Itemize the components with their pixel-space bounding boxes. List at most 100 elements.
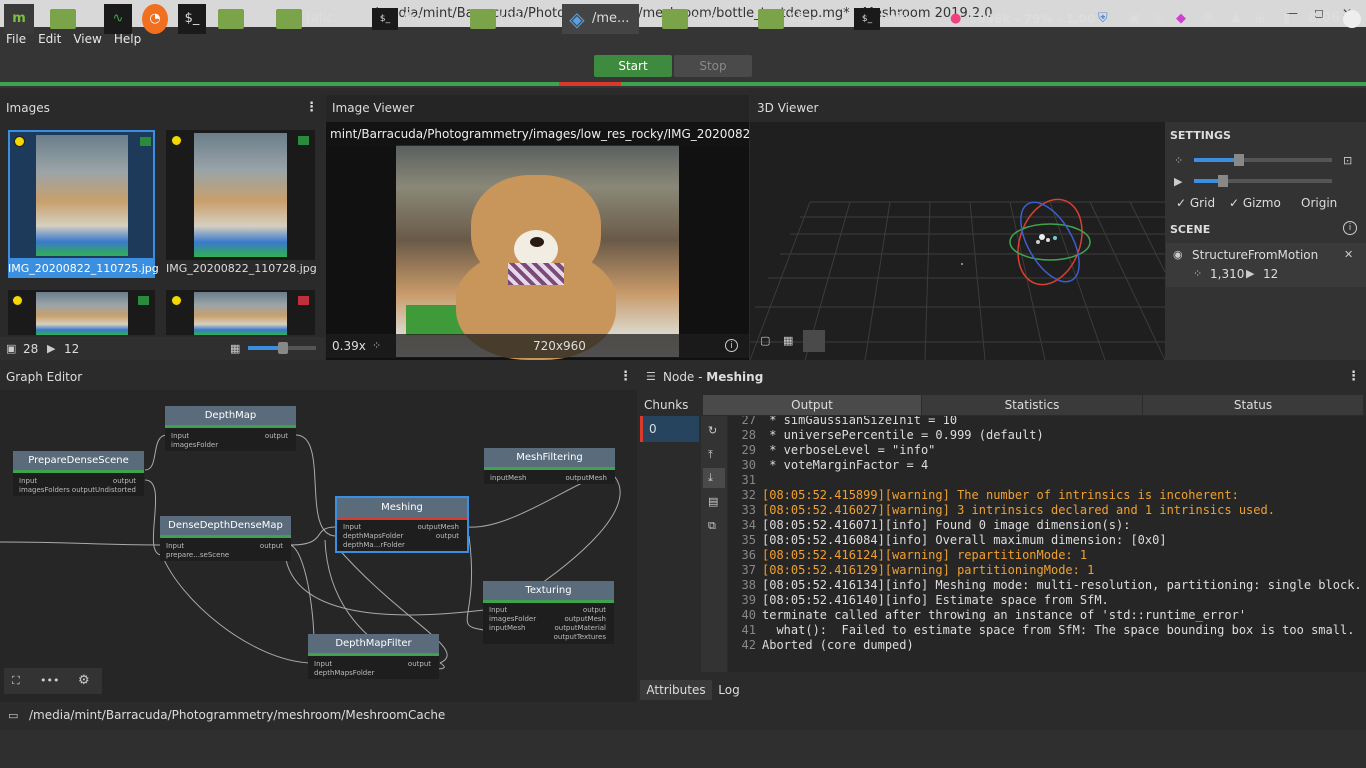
log-line-text: [08:05:52.416134][info] Meshing mode: mu… [762,578,1362,592]
scroll-top-icon[interactable]: ⤒ [708,448,713,462]
log-line-text: what(): Failed to estimate space from Sf… [762,623,1355,637]
taskbar-window-meshroom[interactable]: ◈ /me... [562,4,640,34]
graph-menu-icon[interactable]: ⋮ [619,369,632,384]
fixed-size-icon[interactable]: ⊡ [1343,154,1352,167]
settings-gear-icon[interactable]: ⚙ [78,673,90,688]
fit-view-icon[interactable]: ⛶ [12,674,20,688]
node-densedepthdensemap[interactable]: DenseDepthDenseMap Input prepare...seSce… [160,516,291,561]
taskbar-window-label: [03... [500,11,535,26]
thumbnail-2[interactable] [166,130,315,260]
thumbnail-4[interactable] [166,290,315,335]
notifications-icon[interactable] [1343,10,1361,28]
clipboard-icon[interactable]: ▣ [1128,4,1140,34]
camera-scale-slider[interactable] [1194,175,1332,187]
nvidia-icon[interactable]: ◎ [1153,4,1164,34]
node-meshing[interactable]: Meshing Input depthMapsFolder depthMa...… [335,496,469,553]
node-texturing[interactable]: Texturing Input imagesFolder inputMesh o… [483,581,614,644]
terminal-icon: $_ [372,7,398,30]
viewer3d-title: 3D Viewer [757,101,819,115]
viewport-shaded-icon[interactable] [803,330,825,352]
visibility-eye-icon[interactable]: ◉ [1173,248,1183,261]
node-preparedensescene[interactable]: PrepareDenseScene Input imagesFolders ou… [13,451,144,496]
chunk-item[interactable]: 0 [640,416,699,442]
taskbar [0,730,1366,768]
taskbar-window-6[interactable]: 48a... [758,4,825,34]
taskbar-window-1[interactable]: [alic... [276,4,346,34]
log-line-text: [08:05:52.416140][info] Estimate space f… [762,593,1109,607]
camera-count: 12 [64,342,80,356]
taskbar-window-7[interactable]: $_ min... [854,4,921,34]
taskbar-window-3[interactable]: [03... [470,4,534,34]
app-cube-icon[interactable]: ◆ [1176,4,1186,34]
settings-title: SETTINGS [1170,129,1231,142]
taskbar-window-label: 48a... [788,11,826,26]
viewport-square-icon[interactable]: ▢ [760,334,770,347]
info-icon[interactable]: i [725,339,738,352]
thumbnail-size-icon: ▦ [230,342,241,355]
brightness-icon[interactable]: ● [950,4,961,34]
tab-output[interactable]: Output [703,395,921,415]
taskbar-window-label: min... [884,11,922,26]
mint-menu-icon[interactable]: m [4,4,34,34]
tab-status[interactable]: Status [1143,395,1363,415]
port-label: Input [166,542,185,550]
show-desktop-icon[interactable] [50,4,76,34]
tab-log[interactable]: Log [713,680,745,700]
node-meshfiltering[interactable]: MeshFiltering inputMesh outputMesh [484,448,615,484]
viewer3d-canvas[interactable] [750,122,1165,360]
thumbnail-size-slider[interactable] [248,342,316,354]
copy-icon[interactable]: ▤ [708,495,718,508]
thumbnail-2-label: IMG_20200822_110728.jpg [166,262,317,275]
remove-icon[interactable]: ✕ [1344,248,1353,261]
layout-icon[interactable]: ••• [40,674,59,687]
metadata-points-icon[interactable]: ⁘ [372,339,381,352]
cache-path: /media/mint/Barracuda/Photogrammetry/mes… [29,708,446,722]
taskbar-window-label: [alic... [306,11,346,26]
log-line-text: [08:05:52.416071][info] Found 0 image di… [762,518,1131,532]
port-label: inputMesh [490,474,527,482]
node-title: DepthMap [165,406,296,425]
user-icon[interactable]: ♟ [1230,4,1242,34]
taskbar-window-2[interactable]: $_ /ho... [372,4,435,34]
port-label: output [112,477,136,485]
log-line-number: 42 [741,638,756,652]
scene-info-icon[interactable]: i [1343,221,1357,235]
terminal-icon[interactable]: $_ [178,4,206,34]
log-line: 35 [08:05:52.416084][info] Overall maximu… [732,533,1362,548]
scene-title: SCENE [1170,223,1211,236]
viewport-grid-icon[interactable]: ▦ [783,334,793,347]
network-icon[interactable]: ⊞ [1255,4,1266,34]
open-external-icon[interactable]: ⧉ [708,519,716,533]
zoom-level: 0.39x [332,339,366,353]
slider-handle[interactable] [278,342,288,354]
node-menu-icon[interactable]: ⋮ [1347,369,1360,384]
taskbar-window-5[interactable]: e1e... [662,4,729,34]
thumbnail-1[interactable] [8,130,155,260]
refresh-icon[interactable]: ↻ [708,424,717,437]
system-monitor-icon[interactable]: ∿ [104,4,132,34]
tab-statistics[interactable]: Statistics [922,395,1142,415]
camera-badge-icon [298,136,309,145]
log-line: 30 * voteMarginFactor = 4 [732,458,1362,473]
gizmo-checkbox[interactable]: ✓ Gizmo [1229,196,1281,210]
battery-icon[interactable]: ▮ [1283,4,1290,34]
log-view[interactable]: 27 * simGaussianSizeInit = 10 28 * univer… [728,416,1366,672]
taskbar-window-label: /me... [592,11,630,26]
scroll-bottom-button[interactable]: ⤓ [703,468,725,488]
update-icon[interactable]: ⊠ [1203,4,1214,34]
main-photo [396,145,679,360]
shield-icon[interactable]: ⛨ [1098,4,1108,34]
files-icon[interactable] [218,4,244,34]
thumbnail-3[interactable] [8,290,155,335]
start-button[interactable]: Start [594,55,672,77]
images-menu-icon[interactable]: ⋮ [305,100,318,115]
log-line-number: 27 [741,416,756,427]
firefox-icon[interactable]: ◔ [142,4,168,34]
grid-checkbox[interactable]: ✓ Grid [1176,196,1215,210]
point-size-slider[interactable] [1194,154,1332,166]
node-depthmap[interactable]: DepthMap Input imagesFolder output [165,406,296,451]
origin-checkbox[interactable]: Origin [1301,196,1337,210]
tab-attributes[interactable]: Attributes [640,680,712,700]
node-depthmapfilter[interactable]: DepthMapFilter Input depthMapsFolder out… [308,634,439,679]
stop-button[interactable]: Stop [674,55,752,77]
